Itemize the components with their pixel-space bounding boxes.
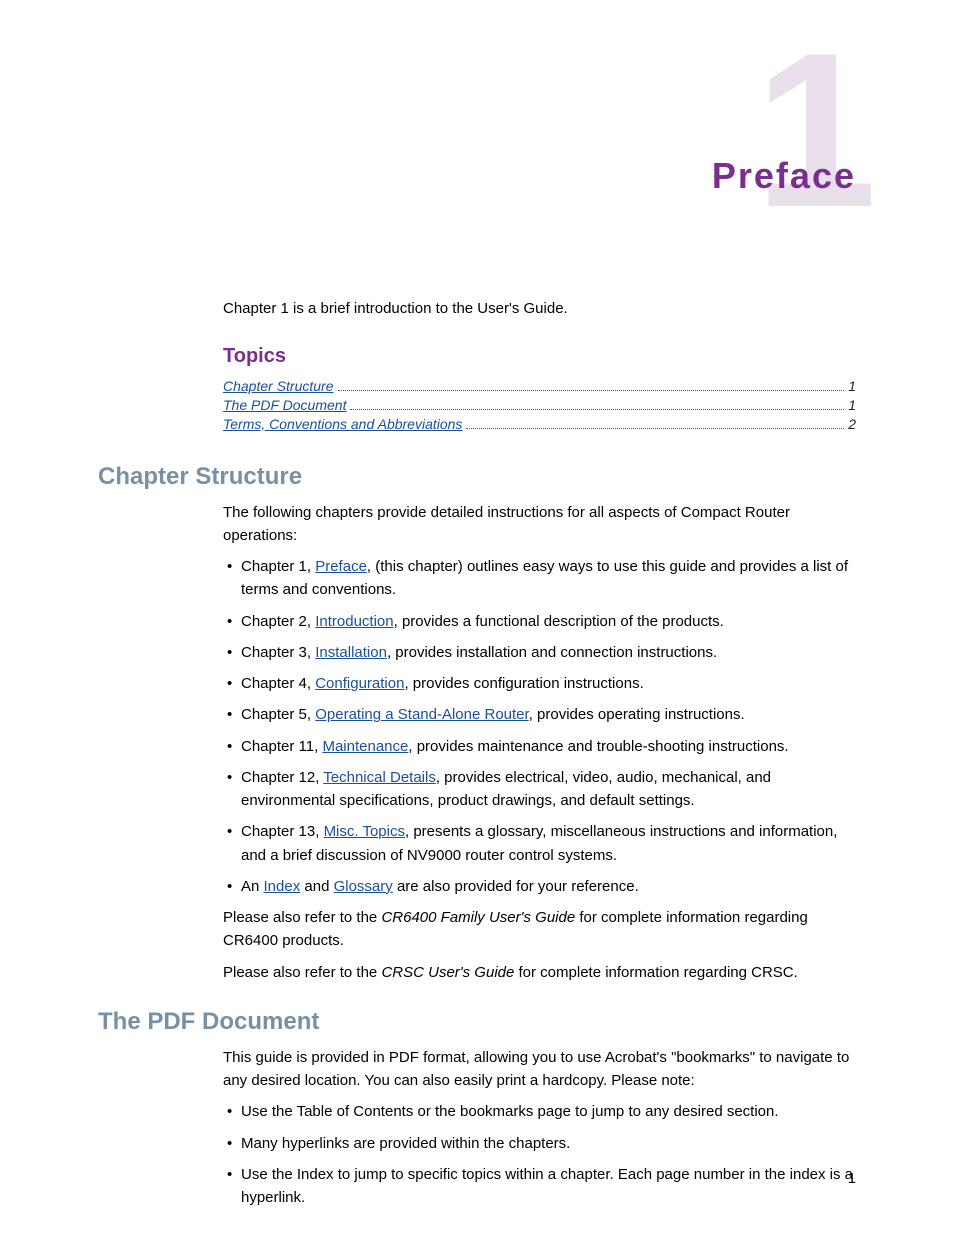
section-heading-chapter-structure: Chapter Structure <box>98 463 856 491</box>
link-maintenance[interactable]: Maintenance <box>322 738 408 755</box>
toc-page: 1 <box>848 397 856 413</box>
toc-leader-dots <box>338 390 845 391</box>
list-item: Chapter 3, Installation, provides instal… <box>223 641 856 664</box>
toc-row: The PDF Document 1 <box>223 397 856 414</box>
list-item: Chapter 13, Misc. Topics, presents a glo… <box>223 820 856 867</box>
link-configuration[interactable]: Configuration <box>315 675 404 692</box>
toc-leader-dots <box>350 409 844 410</box>
section1-intro: The following chapters provide detailed … <box>223 501 856 548</box>
link-misc-topics[interactable]: Misc. Topics <box>324 823 405 840</box>
link-technical-details[interactable]: Technical Details <box>323 769 436 786</box>
refer-cr6400: Please also refer to the CR6400 Family U… <box>223 906 856 953</box>
chapter-title: Preface <box>712 155 856 197</box>
list-item: Chapter 1, Preface, (this chapter) outli… <box>223 555 856 602</box>
section-body-chapter-structure: The following chapters provide detailed … <box>223 501 856 984</box>
list-item: Chapter 5, Operating a Stand-Alone Route… <box>223 703 856 726</box>
link-glossary[interactable]: Glossary <box>334 878 393 895</box>
toc-row: Chapter Structure 1 <box>223 378 856 395</box>
toc-link-pdf-document[interactable]: The PDF Document <box>223 397 346 413</box>
list-item: Chapter 11, Maintenance, provides mainte… <box>223 735 856 758</box>
page-number: 1 <box>848 1170 856 1187</box>
link-introduction[interactable]: Introduction <box>315 613 393 630</box>
refer-crsc: Please also refer to the CRSC User's Gui… <box>223 961 856 984</box>
list-item: Chapter 12, Technical Details, provides … <box>223 766 856 813</box>
link-operating[interactable]: Operating a Stand-Alone Router <box>315 706 528 723</box>
toc-row: Terms, Conventions and Abbreviations 2 <box>223 416 856 433</box>
list-item: Chapter 2, Introduction, provides a func… <box>223 610 856 633</box>
topics-toc: Chapter Structure 1 The PDF Document 1 T… <box>223 378 856 433</box>
list-item: Use the Index to jump to specific topics… <box>223 1163 856 1210</box>
section-heading-pdf-document: The PDF Document <box>98 1008 856 1036</box>
chapter-number-watermark: 1 <box>755 20 869 240</box>
list-item: Many hyperlinks are provided within the … <box>223 1132 856 1155</box>
chapter-list: Chapter 1, Preface, (this chapter) outli… <box>223 555 856 898</box>
list-item: Use the Table of Contents or the bookmar… <box>223 1100 856 1123</box>
toc-page: 2 <box>848 416 856 432</box>
link-index[interactable]: Index <box>264 878 301 895</box>
toc-link-chapter-structure[interactable]: Chapter Structure <box>223 378 334 394</box>
link-preface[interactable]: Preface <box>315 558 367 575</box>
section-body-pdf-document: This guide is provided in PDF format, al… <box>223 1046 856 1210</box>
topics-heading: Topics <box>223 345 856 368</box>
chapter-intro: Chapter 1 is a brief introduction to the… <box>223 298 856 321</box>
pdf-notes-list: Use the Table of Contents or the bookmar… <box>223 1100 856 1209</box>
toc-leader-dots <box>466 428 844 429</box>
list-item: Chapter 4, Configuration, provides confi… <box>223 672 856 695</box>
list-item: An Index and Glossary are also provided … <box>223 875 856 898</box>
link-installation[interactable]: Installation <box>315 644 387 661</box>
section2-intro: This guide is provided in PDF format, al… <box>223 1046 856 1093</box>
toc-link-terms[interactable]: Terms, Conventions and Abbreviations <box>223 416 462 432</box>
toc-page: 1 <box>848 378 856 394</box>
